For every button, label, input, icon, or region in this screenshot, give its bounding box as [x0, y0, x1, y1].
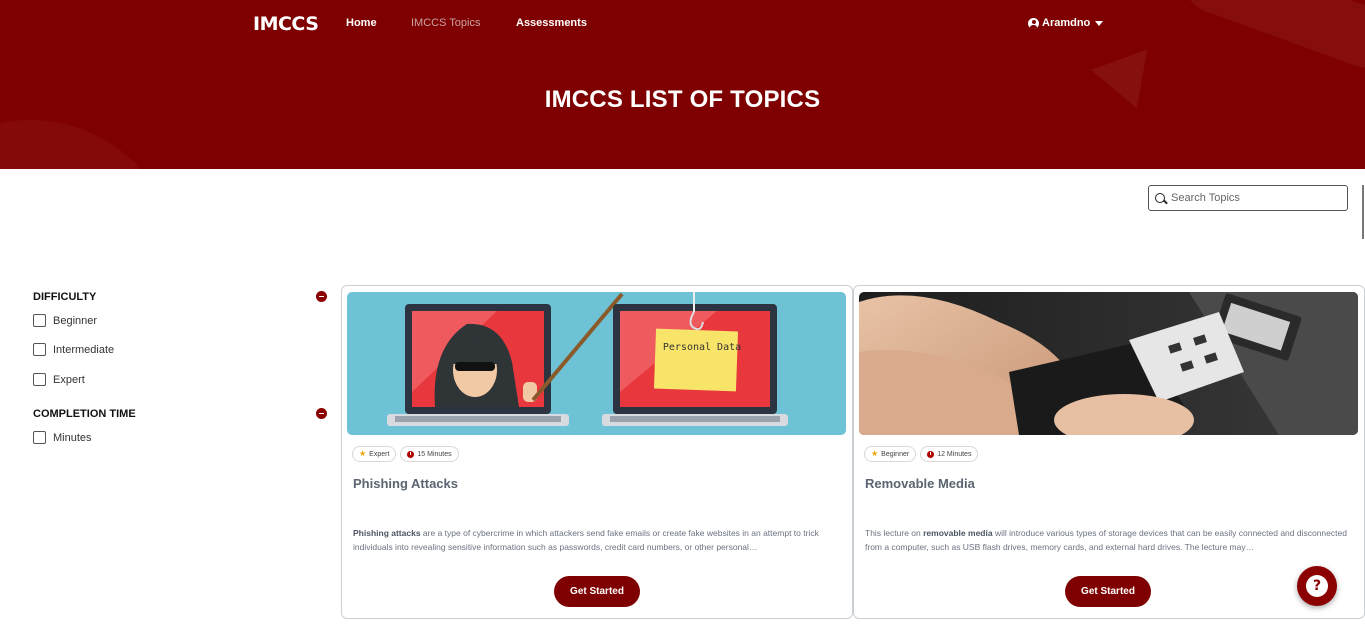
- filter-option-label: Minutes: [53, 431, 92, 444]
- checkbox[interactable]: [33, 314, 46, 327]
- card-tags: ★ Beginner 12 Minutes: [864, 446, 979, 462]
- description-text: are a type of cybercrime in which attack…: [353, 528, 819, 552]
- filter-option-label: Expert: [53, 373, 85, 386]
- user-name: Aramdno: [1042, 17, 1091, 29]
- clock-icon: [407, 450, 415, 458]
- filter-option-expert[interactable]: Expert: [33, 373, 85, 386]
- filter-option-label: Beginner: [53, 314, 98, 327]
- logo[interactable]: IMCCS: [253, 13, 319, 35]
- filter-heading-completion-time: COMPLETION TIME: [33, 408, 136, 420]
- nav-home[interactable]: Home: [346, 17, 377, 29]
- search-box[interactable]: [1148, 185, 1348, 211]
- filter-option-label: Intermediate: [53, 343, 115, 356]
- star-icon: ★: [359, 449, 367, 458]
- description-highlight: removable media: [923, 528, 993, 538]
- question-mark-icon: ?: [1306, 575, 1328, 597]
- difficulty-badge: ★ Expert: [352, 446, 397, 462]
- filter-option-beginner[interactable]: Beginner: [33, 314, 97, 327]
- difficulty-label: Beginner: [881, 450, 910, 458]
- duration-badge: 15 Minutes: [400, 446, 459, 462]
- collapse-difficulty-icon[interactable]: [316, 291, 327, 302]
- duration-badge: 12 Minutes: [920, 446, 979, 462]
- filter-option-intermediate[interactable]: Intermediate: [33, 343, 114, 356]
- star-icon: ★: [871, 449, 879, 458]
- card-description: Phishing attacks are a type of cybercrim…: [353, 526, 843, 554]
- usb-drive-photo: [859, 292, 1358, 435]
- caret-down-icon: [1095, 20, 1104, 26]
- image-caption: Personal Data: [662, 342, 742, 353]
- search-icon: [1155, 193, 1165, 203]
- decorative-circle: [0, 120, 180, 169]
- nav-imccs-topics[interactable]: IMCCS Topics: [411, 17, 480, 29]
- checkbox[interactable]: [33, 373, 46, 386]
- difficulty-badge: ★ Beginner: [864, 446, 917, 462]
- duration-label: 12 Minutes: [937, 450, 972, 458]
- phishing-illustration: [347, 292, 846, 435]
- nav-assessments[interactable]: Assessments: [516, 17, 587, 29]
- get-started-button[interactable]: Get Started: [1065, 576, 1151, 607]
- card-title[interactable]: Removable Media: [865, 476, 975, 491]
- difficulty-label: Expert: [369, 450, 390, 458]
- card-title[interactable]: Phishing Attacks: [353, 476, 458, 491]
- description-text: This lecture on: [865, 528, 924, 538]
- card-tags: ★ Expert 15 Minutes: [352, 446, 459, 462]
- decorative-stripe: [1176, 0, 1365, 76]
- user-menu[interactable]: Aramdno: [1028, 17, 1104, 29]
- checkbox[interactable]: [33, 431, 46, 444]
- filter-heading-difficulty: DIFFICULTY: [33, 291, 97, 303]
- clock-icon: [927, 450, 935, 458]
- description-highlight: Phishing attacks: [353, 528, 421, 538]
- topic-card-phishing[interactable]: Personal Data ★ Expert 15 Minutes Phishi…: [341, 285, 853, 619]
- filter-option-minutes[interactable]: Minutes: [33, 431, 92, 444]
- collapse-completion-time-icon[interactable]: [316, 408, 327, 419]
- topic-card-removable-media[interactable]: ★ Beginner 12 Minutes Removable Media Th…: [853, 285, 1365, 619]
- duration-label: 15 Minutes: [417, 450, 452, 458]
- card-description: This lecture on removable media will int…: [865, 526, 1355, 554]
- scrollbar-edge: [1362, 185, 1364, 239]
- page-title: IMCCS LIST OF TOPICS: [544, 86, 821, 113]
- checkbox[interactable]: [33, 343, 46, 356]
- get-started-button[interactable]: Get Started: [554, 576, 640, 607]
- help-button[interactable]: ?: [1297, 566, 1337, 606]
- header-banner: IMCCS Home IMCCS Topics Assessments Aram…: [0, 0, 1365, 169]
- search-input[interactable]: [1171, 192, 1341, 204]
- user-circle-icon: [1028, 17, 1039, 29]
